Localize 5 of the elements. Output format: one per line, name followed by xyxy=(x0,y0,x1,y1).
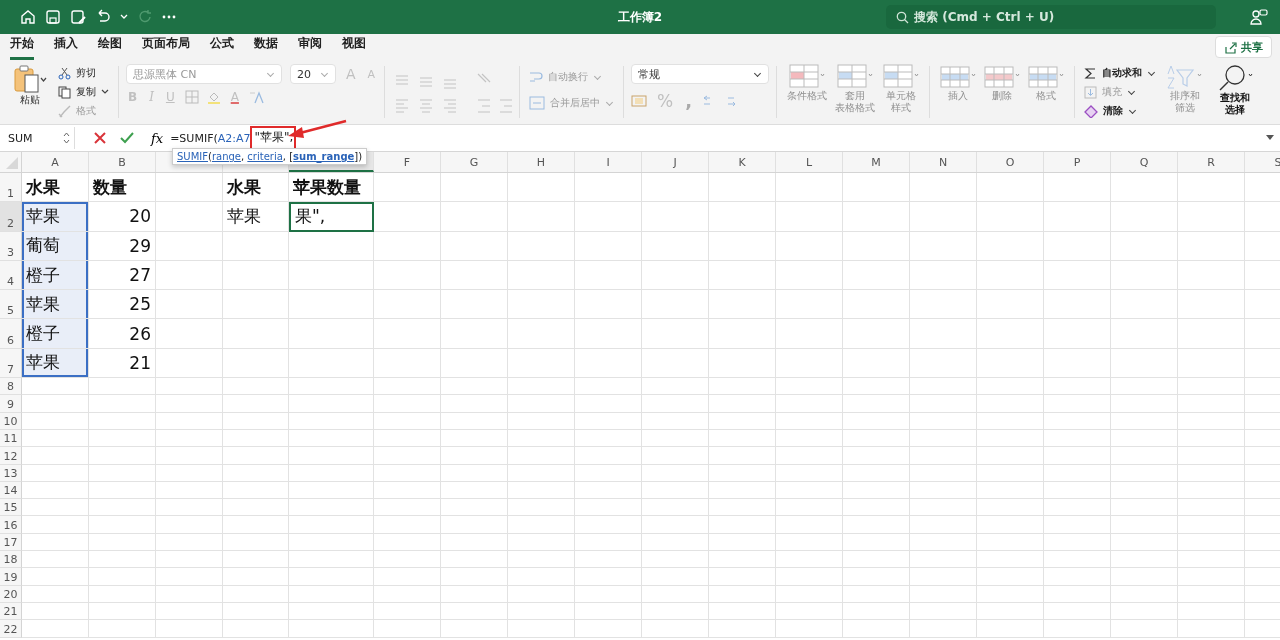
tooltip-text: , [ xyxy=(282,151,294,162)
tooltip-text: , xyxy=(241,151,246,162)
window-title: 工作簿2 xyxy=(616,8,664,26)
tooltip-text: ]) xyxy=(354,151,363,162)
tooltip-text: ( xyxy=(208,151,212,162)
